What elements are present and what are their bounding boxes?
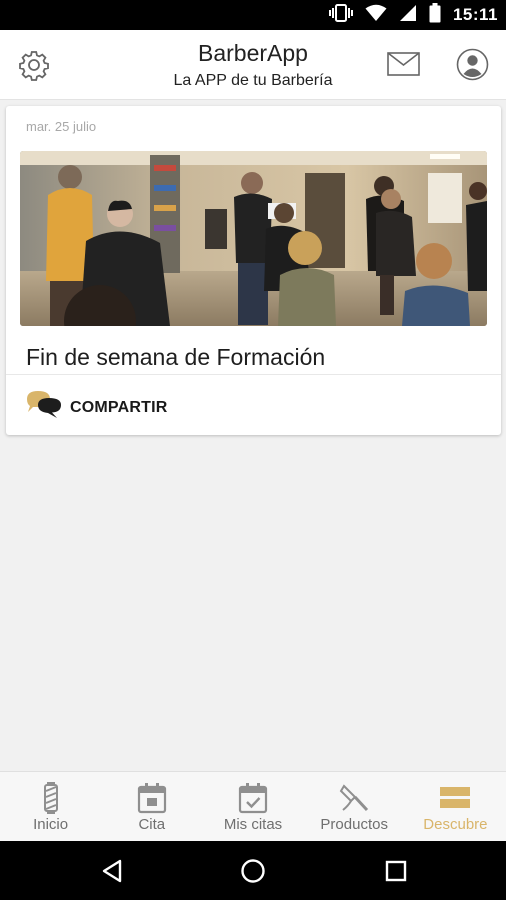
recents-icon[interactable] [383,858,409,884]
app-subtitle: La APP de tu Barbería [173,72,333,89]
wifi-icon [365,4,387,27]
barbershop-training-photo[interactable] [20,151,487,326]
nav-label-mis-citas: Mis citas [223,816,283,833]
home-icon[interactable] [240,858,266,884]
nav-item-descubre[interactable]: Descubre [405,772,506,841]
card-divider [6,374,501,375]
share-button[interactable]: COMPARTIR [24,389,168,426]
card-title: Fin de semana de Formación [26,344,326,370]
signal-icon [399,4,417,27]
share-label: COMPARTIR [70,398,168,416]
app-title: BarberApp [198,40,308,66]
nav-label-descubre: Descubre [423,816,488,833]
app-header: BarberApp La APP de tu Barbería [0,30,506,100]
calendar-icon [137,783,166,814]
nav-label-productos: Productos [320,816,388,833]
battery-icon [429,2,441,28]
vibrate-icon [328,3,353,27]
chat-bubbles-icon [24,389,64,426]
profile-icon[interactable] [456,48,489,81]
nav-item-cita[interactable]: Cita [101,772,202,841]
calendar-check-icon [238,783,268,814]
status-bar: 15:11 [0,0,506,30]
menu-bars-icon [440,787,471,808]
razor-icon [339,784,369,812]
nav-label-inicio: Inicio [33,816,69,833]
system-navigation-bar [0,841,506,900]
news-card[interactable]: mar. 25 julio Fin de semana de Formación… [6,106,501,435]
status-time: 15:11 [452,5,498,24]
nav-item-mis-citas[interactable]: Mis citas [202,772,303,841]
bottom-navigation: Inicio Cita Mis citas Productos Descubre [0,771,506,841]
nav-item-inicio[interactable]: Inicio [0,772,101,841]
barber-pole-icon [43,782,58,814]
mail-icon[interactable] [387,52,420,76]
nav-item-productos[interactable]: Productos [304,772,405,841]
back-icon[interactable] [99,858,125,884]
nav-label-cita: Cita [138,816,166,833]
app-screen: 15:11 BarberApp La APP de tu Barbería ma… [0,0,506,900]
card-date: mar. 25 julio [26,119,97,134]
